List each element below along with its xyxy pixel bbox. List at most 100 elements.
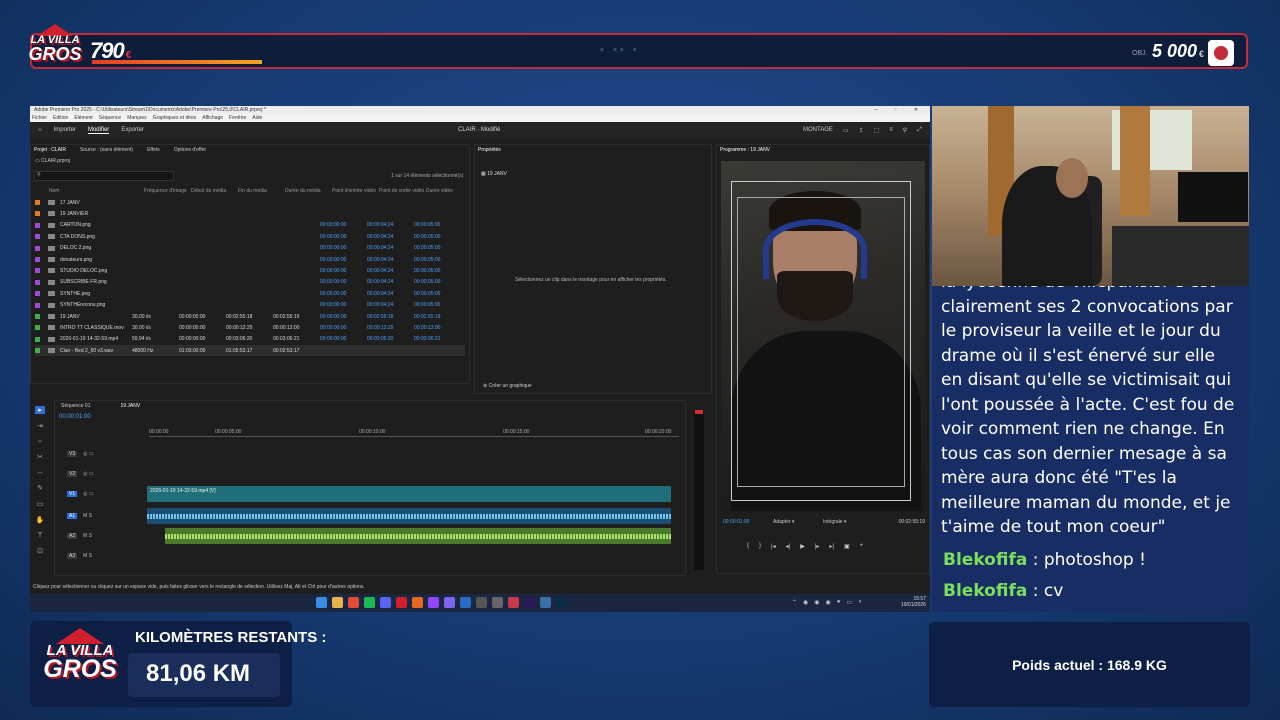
premiere-icon[interactable] [524, 597, 535, 608]
windows-start-icon[interactable] [316, 597, 327, 608]
ripple-edit-icon[interactable]: ⇔ [37, 438, 44, 445]
chat-username[interactable]: Blekofifa [943, 550, 1027, 570]
firefox-icon[interactable] [412, 597, 423, 608]
fullscreen-icon[interactable]: ⤢ [917, 127, 922, 134]
tab-effect-options[interactable]: Options d'effet [174, 145, 206, 155]
track-label[interactable]: V2 [67, 471, 78, 477]
project-file-row[interactable]: DELOC 2.png 00:00:00:00 00:00:04:24 00:00:0… [35, 243, 465, 254]
home-icon[interactable]: ⌂ [38, 127, 42, 133]
spotify-icon[interactable] [364, 597, 375, 608]
file-explorer-icon[interactable] [332, 597, 343, 608]
mark-in-icon[interactable]: { [747, 543, 749, 550]
taskbar-clock[interactable]: 15:57 19/01/2026 [901, 596, 926, 608]
track-label[interactable]: A2 [67, 533, 78, 539]
project-search-input[interactable]: ⚲ [34, 171, 174, 181]
project-file-row[interactable]: donateurs.png 00:00:00:00 00:00:04:24 00:00… [35, 254, 465, 265]
track-v3[interactable]: V3 ◎ ▭ [55, 445, 687, 463]
app-icon[interactable] [476, 597, 487, 608]
fit-select[interactable]: Adapter ▾ [773, 519, 794, 525]
menu-aide[interactable]: Aide [252, 114, 262, 122]
rectangle-icon[interactable]: ▭ [37, 500, 44, 508]
menu-graphiques[interactable]: Graphiques et titres [153, 114, 197, 122]
caption-icon[interactable]: ⊡ [37, 547, 43, 555]
tab-19-janv[interactable]: 19 JANV [120, 403, 140, 409]
track-a3[interactable]: A3 M S [55, 547, 687, 565]
track-label[interactable]: V1 [67, 491, 78, 497]
workspace-icon[interactable]: ▭ [843, 127, 849, 134]
step-forward-icon[interactable]: |▸ [815, 543, 820, 550]
menu-icon[interactable]: ≡ [889, 127, 893, 134]
project-file-row[interactable]: Clair - Bed 2_50 v3.wav 48000 Hz 01:03:00:… [35, 345, 465, 357]
project-file-row[interactable]: 17 JANV [35, 197, 465, 208]
quality-select[interactable]: Intégrale ▾ [823, 519, 846, 525]
hand-icon[interactable]: ✋ [36, 516, 45, 524]
network-icon[interactable]: ▭ [846, 599, 852, 606]
nav-export[interactable]: Exporter [121, 127, 144, 133]
col-media-start[interactable]: Début du média [191, 188, 238, 194]
twitch-icon[interactable] [428, 597, 439, 608]
audio-clip-a1[interactable] [147, 508, 671, 524]
app-icon[interactable] [492, 597, 503, 608]
menu-fenetre[interactable]: Fenêtre [229, 114, 246, 122]
tray-icon[interactable]: ◉ [803, 599, 808, 606]
tray-icon[interactable]: ◉ [814, 599, 819, 606]
audio-clip-a2[interactable] [165, 528, 671, 544]
menu-fichier[interactable]: Fichier [32, 114, 47, 122]
menu-sequence[interactable]: Séquence [99, 114, 122, 122]
track-label[interactable]: A3 [67, 553, 78, 559]
col-framerate[interactable]: Fréquence d'image [144, 188, 191, 194]
time-ruler[interactable]: 00:00:00 00:00:05:00 00:00:10:00 00:00:1… [149, 429, 679, 437]
app-icon[interactable] [444, 597, 455, 608]
razor-icon[interactable]: ✂ [37, 453, 43, 461]
discord-icon[interactable] [380, 597, 391, 608]
track-select-icon[interactable]: ⇥ [37, 422, 43, 430]
project-file-row[interactable]: SYNTHEreconu.png 00:00:00:00 00:00:04:24 00… [35, 300, 465, 311]
tab-source[interactable]: Source : (sans élément) [80, 145, 133, 155]
mic-icon[interactable]: ● [837, 599, 841, 606]
menu-marques[interactable]: Marques [127, 114, 146, 122]
track-a1[interactable]: A1 M S [55, 507, 687, 525]
project-file-row[interactable]: INTRO TT CLASSIQUE.mov 30,00 i/s 00:00:00:… [35, 322, 465, 333]
timeline-timecode[interactable]: 00:00:01:00 [59, 414, 91, 420]
menu-edition[interactable]: Edition [53, 114, 68, 122]
chrome-icon[interactable] [348, 597, 359, 608]
export-icon[interactable]: ⬚ [874, 127, 880, 134]
project-file-row[interactable]: 19 JANVIER [35, 208, 465, 219]
step-back-icon[interactable]: ◂| [786, 543, 791, 550]
project-file-row[interactable]: CTA DONS.png 00:00:00:00 00:00:04:24 00:00:… [35, 231, 465, 242]
tab-project[interactable]: Projet : CLAIR [34, 145, 66, 155]
tab-program[interactable]: Programme : 19 JANV [720, 145, 770, 155]
project-file-row[interactable]: CARTON.png 00:00:00:00 00:00:04:24 00:00:05… [35, 220, 465, 231]
tray-icon[interactable]: ◉ [826, 599, 831, 606]
col-video-duration[interactable]: Durée vidéo [426, 188, 473, 194]
pen-icon[interactable]: ✎ [37, 484, 43, 492]
col-media-duration[interactable]: Durée du média [285, 188, 332, 194]
project-file-row[interactable]: 19 JANV 30,00 i/s 00:00:00:00 00:02:55:18 00… [35, 311, 465, 322]
selection-tool-icon[interactable]: ▸ [35, 406, 45, 414]
create-graphic-button[interactable]: ⊕ Créer un graphique [483, 383, 532, 389]
track-v1[interactable]: V1 ◎ ▭ 2026-01-19 14-32-59.mp4 [V] [55, 485, 687, 503]
video-clip[interactable]: 2026-01-19 14-32-59.mp4 [V] [147, 486, 671, 502]
go-to-out-icon[interactable]: ▸| [829, 543, 834, 550]
track-a2[interactable]: A2 M S [55, 527, 687, 545]
project-file-row[interactable]: SUBSCRIBE FR.png 00:00:00:00 00:00:04:24 00… [35, 277, 465, 288]
project-file-row[interactable]: 2026-01-19 14-32-59.mp4 59,94 i/s 00:00:00… [35, 334, 465, 345]
project-file-row[interactable]: SYNTHE.png 00:00:00:00 00:00:04:24 00:00:05… [35, 288, 465, 299]
track-label[interactable]: V3 [67, 451, 78, 457]
window-controls[interactable]: – ▫ ✕ [874, 106, 926, 114]
tab-sequence-01[interactable]: Séquence 01 [61, 403, 90, 409]
camera-icon[interactable]: ▣ [844, 543, 850, 550]
type-icon[interactable]: T [38, 532, 42, 539]
chevron-up-icon[interactable]: ⌃ [792, 599, 797, 606]
search-icon[interactable]: ⚲ [903, 127, 907, 134]
share-icon[interactable]: ⇪ [859, 127, 864, 134]
chat-username[interactable]: Blekofifa [943, 581, 1027, 601]
slip-icon[interactable]: ↔ [37, 469, 44, 476]
nav-edit[interactable]: Modifier [87, 127, 110, 134]
add-icon[interactable]: + [860, 543, 864, 550]
photoshop-icon[interactable] [556, 597, 567, 608]
col-video-out[interactable]: Point de sortie vidéo [379, 188, 426, 194]
go-to-in-icon[interactable]: |◂ [771, 543, 776, 550]
app-icon[interactable] [396, 597, 407, 608]
play-icon[interactable]: ▶ [800, 543, 805, 550]
